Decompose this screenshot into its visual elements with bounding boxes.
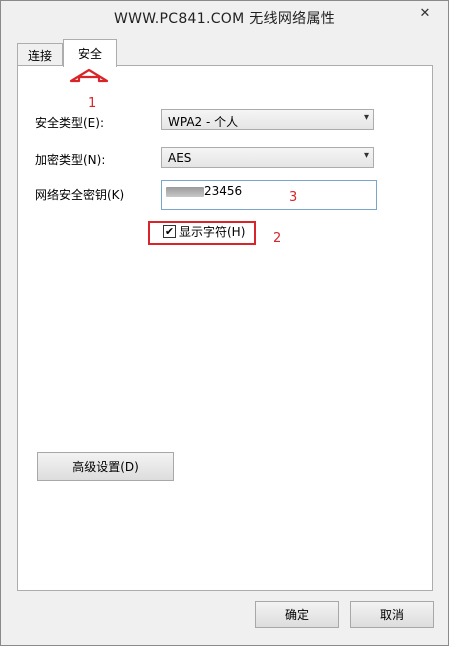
window-title: WWW.PC841.COM 无线网络属性 (113, 11, 336, 27)
highlight-box (148, 221, 256, 245)
chevron-down-icon: ▾ (363, 112, 369, 123)
close-icon[interactable]: ✕ (412, 3, 438, 23)
title-bar: WWW.PC841.COM 无线网络属性 ✕ (1, 1, 448, 35)
tab-security[interactable]: 安全 (63, 39, 117, 67)
encryption-type-label: 加密类型(N): (35, 153, 106, 167)
dialog-window: WWW.PC841.COM 无线网络属性 ✕ 连接 安全 安全类型(E): WP… (0, 0, 449, 646)
annotation-3: 3 (289, 190, 298, 205)
encryption-type-select[interactable]: AES ▾ (161, 147, 374, 168)
network-key-label: 网络安全密钥(K) (35, 188, 125, 202)
network-key-value: 23456 (204, 184, 243, 198)
security-panel: 安全类型(E): WPA2 - 个人 ▾ 加密类型(N): AES ▾ 网络安全… (17, 65, 433, 591)
security-type-label: 安全类型(E): (35, 116, 104, 130)
network-key-input[interactable]: 23456 (161, 180, 377, 210)
advanced-settings-button[interactable]: 高级设置(D) (37, 452, 174, 481)
ok-button[interactable]: 确定 (255, 601, 339, 628)
encryption-type-value: AES (168, 151, 192, 165)
masked-text (166, 187, 204, 197)
tab-connect[interactable]: 连接 (17, 43, 63, 66)
cancel-button[interactable]: 取消 (350, 601, 434, 628)
security-type-select[interactable]: WPA2 - 个人 ▾ (161, 109, 374, 130)
annotation-2: 2 (273, 231, 282, 246)
annotation-1: 1 (88, 96, 97, 111)
security-type-value: WPA2 - 个人 (168, 115, 239, 129)
chevron-down-icon: ▾ (363, 150, 369, 161)
up-arrow-annotation-icon (69, 68, 109, 83)
